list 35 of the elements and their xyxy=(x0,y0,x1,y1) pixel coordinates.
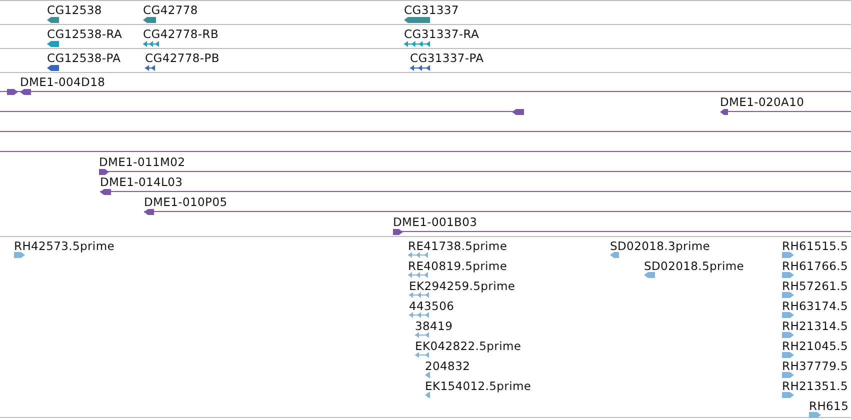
feature-label: EK042822.5prime xyxy=(415,339,522,353)
feature-label: CG31337 xyxy=(404,3,459,17)
feature-label: RH21314.5 xyxy=(782,319,848,333)
feature-label: SD02018.5prime xyxy=(644,259,744,273)
feature-label: RH615 xyxy=(809,399,849,413)
feature-label: CG31337-PA xyxy=(410,51,484,65)
feature-label: DME1-010P05 xyxy=(144,195,228,209)
feature-label: CG42778-PB xyxy=(145,51,220,65)
feature-label: CG42778 xyxy=(143,3,198,17)
feature-label: RH21351.5 xyxy=(782,379,848,393)
feature-label: 443506 xyxy=(409,299,454,313)
feature-label: DME1-004D18 xyxy=(20,75,106,89)
feature-label: RH37779.5 xyxy=(782,359,848,373)
feature-label: EK154012.5prime xyxy=(425,379,532,393)
feature-label: RH42573.5prime xyxy=(14,239,114,253)
feature-label: CG42778-RB xyxy=(143,27,219,41)
feature-label: DME1-001B03 xyxy=(393,215,478,229)
feature-label: SD02018.3prime xyxy=(610,239,710,253)
feature-label: RE41738.5prime xyxy=(408,239,508,253)
feature-label: RH21045.5 xyxy=(782,339,848,353)
feature-label: CG31337-RA xyxy=(404,27,480,41)
feature-label: 204832 xyxy=(425,359,470,373)
feature-label: RH57261.5 xyxy=(782,279,848,293)
feature-label: CG12538 xyxy=(47,3,102,17)
feature-label: DME1-020A10 xyxy=(720,95,804,109)
feature-label: RE40819.5prime xyxy=(408,259,508,273)
feature-label: DME1-014L03 xyxy=(100,175,183,189)
feature-label: DME1-011M02 xyxy=(99,155,186,169)
feature-label: CG12538-RA xyxy=(47,27,122,41)
feature-label: EK294259.5prime xyxy=(409,279,516,293)
feature-label: RH61515.5 xyxy=(782,239,848,253)
feature-label: 38419 xyxy=(415,319,453,333)
feature-label: RH63174.5 xyxy=(782,299,848,313)
feature-label: RH61766.5 xyxy=(782,259,848,273)
feature-label: CG12538-PA xyxy=(47,51,121,65)
